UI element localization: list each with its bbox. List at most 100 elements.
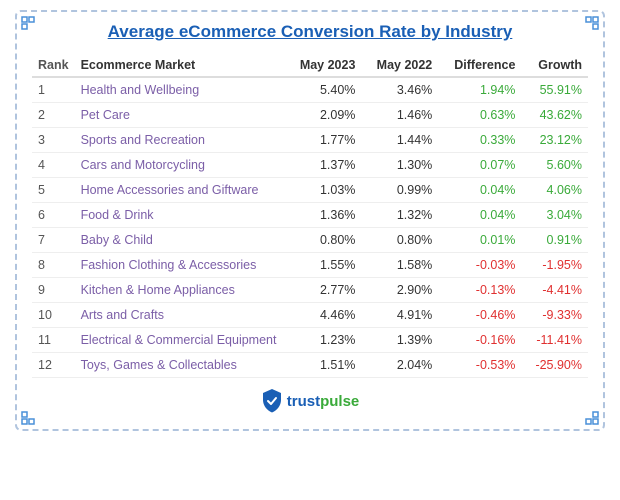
- corner-decoration-br: [585, 411, 599, 425]
- cell-may2022: 4.91%: [361, 303, 438, 328]
- cell-market[interactable]: Fashion Clothing & Accessories: [75, 253, 285, 278]
- trustpulse-logo: trustpulse: [261, 388, 360, 414]
- corner-decoration-tl: [21, 16, 35, 30]
- cell-market[interactable]: Health and Wellbeing: [75, 77, 285, 103]
- market-link[interactable]: Fashion Clothing & Accessories: [81, 258, 257, 272]
- cell-market[interactable]: Pet Care: [75, 103, 285, 128]
- corner-decoration-bl: [21, 411, 35, 425]
- cell-growth: 3.04%: [521, 203, 588, 228]
- col-rank: Rank: [32, 54, 75, 77]
- cell-growth: -9.33%: [521, 303, 588, 328]
- market-link[interactable]: Home Accessories and Giftware: [81, 183, 259, 197]
- cell-diff: -0.13%: [438, 278, 521, 303]
- cell-growth: 55.91%: [521, 77, 588, 103]
- table-row: 6 Food & Drink 1.36% 1.32% 0.04% 3.04%: [32, 203, 588, 228]
- cell-growth: -4.41%: [521, 278, 588, 303]
- table-row: 9 Kitchen & Home Appliances 2.77% 2.90% …: [32, 278, 588, 303]
- market-link[interactable]: Health and Wellbeing: [81, 83, 200, 97]
- cell-may2022: 0.80%: [361, 228, 438, 253]
- market-link[interactable]: Food & Drink: [81, 208, 154, 222]
- cell-growth: 23.12%: [521, 128, 588, 153]
- cell-may2023: 1.36%: [285, 203, 362, 228]
- cell-may2023: 1.77%: [285, 128, 362, 153]
- cell-may2022: 3.46%: [361, 77, 438, 103]
- cell-may2022: 2.90%: [361, 278, 438, 303]
- cell-rank: 12: [32, 353, 75, 378]
- cell-rank: 2: [32, 103, 75, 128]
- cell-growth: 5.60%: [521, 153, 588, 178]
- table-row: 5 Home Accessories and Giftware 1.03% 0.…: [32, 178, 588, 203]
- cell-rank: 8: [32, 253, 75, 278]
- cell-may2023: 4.46%: [285, 303, 362, 328]
- cell-may2023: 1.03%: [285, 178, 362, 203]
- cell-may2022: 0.99%: [361, 178, 438, 203]
- cell-may2023: 1.51%: [285, 353, 362, 378]
- cell-market[interactable]: Home Accessories and Giftware: [75, 178, 285, 203]
- cell-growth: 43.62%: [521, 103, 588, 128]
- market-link[interactable]: Sports and Recreation: [81, 133, 205, 147]
- cell-may2023: 2.09%: [285, 103, 362, 128]
- market-link[interactable]: Kitchen & Home Appliances: [81, 283, 235, 297]
- chart-container: Average eCommerce Conversion Rate by Ind…: [15, 10, 605, 431]
- cell-market[interactable]: Kitchen & Home Appliances: [75, 278, 285, 303]
- cell-rank: 1: [32, 77, 75, 103]
- cell-growth: -11.41%: [521, 328, 588, 353]
- cell-market[interactable]: Cars and Motorcycling: [75, 153, 285, 178]
- cell-growth: -25.90%: [521, 353, 588, 378]
- cell-growth: -1.95%: [521, 253, 588, 278]
- cell-may2022: 1.39%: [361, 328, 438, 353]
- footer: trustpulse: [32, 388, 588, 414]
- market-link[interactable]: Cars and Motorcycling: [81, 158, 205, 172]
- market-link[interactable]: Arts and Crafts: [81, 308, 164, 322]
- table-row: 7 Baby & Child 0.80% 0.80% 0.01% 0.91%: [32, 228, 588, 253]
- cell-rank: 4: [32, 153, 75, 178]
- cell-diff: 0.33%: [438, 128, 521, 153]
- col-difference: Difference: [438, 54, 521, 77]
- cell-diff: -0.16%: [438, 328, 521, 353]
- cell-diff: 0.63%: [438, 103, 521, 128]
- market-link[interactable]: Baby & Child: [81, 233, 153, 247]
- table-header-row: Rank Ecommerce Market May 2023 May 2022 …: [32, 54, 588, 77]
- cell-market[interactable]: Electrical & Commercial Equipment: [75, 328, 285, 353]
- cell-rank: 11: [32, 328, 75, 353]
- cell-may2022: 1.32%: [361, 203, 438, 228]
- cell-may2022: 2.04%: [361, 353, 438, 378]
- shield-check-icon: [261, 388, 283, 414]
- cell-growth: 4.06%: [521, 178, 588, 203]
- market-link[interactable]: Toys, Games & Collectables: [81, 358, 237, 372]
- market-link[interactable]: Pet Care: [81, 108, 130, 122]
- cell-rank: 5: [32, 178, 75, 203]
- cell-may2022: 1.46%: [361, 103, 438, 128]
- cell-rank: 3: [32, 128, 75, 153]
- cell-may2023: 1.23%: [285, 328, 362, 353]
- cell-diff: 0.04%: [438, 203, 521, 228]
- cell-diff: -0.53%: [438, 353, 521, 378]
- col-growth: Growth: [521, 54, 588, 77]
- market-link[interactable]: Electrical & Commercial Equipment: [81, 333, 277, 347]
- cell-diff: 0.04%: [438, 178, 521, 203]
- cell-rank: 9: [32, 278, 75, 303]
- table-row: 8 Fashion Clothing & Accessories 1.55% 1…: [32, 253, 588, 278]
- cell-may2023: 1.37%: [285, 153, 362, 178]
- col-may2022: May 2022: [361, 54, 438, 77]
- cell-diff: 1.94%: [438, 77, 521, 103]
- table-body: 1 Health and Wellbeing 5.40% 3.46% 1.94%…: [32, 77, 588, 378]
- cell-rank: 7: [32, 228, 75, 253]
- cell-growth: 0.91%: [521, 228, 588, 253]
- cell-market[interactable]: Baby & Child: [75, 228, 285, 253]
- cell-diff: 0.07%: [438, 153, 521, 178]
- cell-market[interactable]: Arts and Crafts: [75, 303, 285, 328]
- cell-market[interactable]: Sports and Recreation: [75, 128, 285, 153]
- cell-market[interactable]: Food & Drink: [75, 203, 285, 228]
- col-market: Ecommerce Market: [75, 54, 285, 77]
- table-row: 4 Cars and Motorcycling 1.37% 1.30% 0.07…: [32, 153, 588, 178]
- cell-market[interactable]: Toys, Games & Collectables: [75, 353, 285, 378]
- table-row: 1 Health and Wellbeing 5.40% 3.46% 1.94%…: [32, 77, 588, 103]
- cell-diff: -0.03%: [438, 253, 521, 278]
- cell-may2023: 1.55%: [285, 253, 362, 278]
- table-row: 10 Arts and Crafts 4.46% 4.91% -0.46% -9…: [32, 303, 588, 328]
- page-title: Average eCommerce Conversion Rate by Ind…: [32, 22, 588, 42]
- cell-diff: -0.46%: [438, 303, 521, 328]
- cell-rank: 6: [32, 203, 75, 228]
- cell-may2023: 5.40%: [285, 77, 362, 103]
